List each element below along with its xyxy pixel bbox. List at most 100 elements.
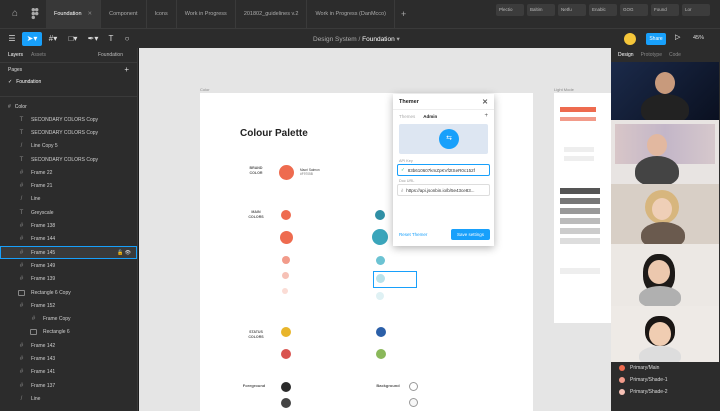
browser-tab[interactable]: GOG [620, 4, 648, 16]
text-tool-icon[interactable]: T [104, 32, 118, 46]
doc-url-field[interactable]: ∂ https://api.jsonbin.io/b/5e43ce83... [397, 184, 490, 196]
video-tile[interactable] [611, 62, 719, 120]
video-tile[interactable] [611, 244, 719, 306]
video-tile[interactable] [611, 120, 719, 184]
layer-row[interactable]: T SECONDARY COLORS Copy [0, 153, 137, 166]
file-tab[interactable]: Icons [147, 0, 177, 28]
save-settings-button[interactable]: Save settings [450, 229, 490, 240]
swatch-salmon[interactable] [281, 210, 291, 220]
tab-themes[interactable]: Themes [399, 114, 415, 119]
layer-row[interactable]: # Frame 143 [0, 352, 137, 365]
file-tab[interactable]: Work in Progress (DanMcco) [307, 0, 395, 28]
frame-label-color[interactable]: Color [200, 87, 210, 92]
file-tab[interactable]: 201802_guidelines v.2 [236, 0, 308, 28]
browser-tab[interactable]: Netfu [558, 4, 586, 16]
layer-row[interactable]: # Frame 22 [0, 166, 137, 179]
swatch-yellow[interactable] [281, 327, 291, 337]
pen-tool-icon[interactable]: ✒▾ [86, 32, 100, 46]
chevron-down-icon[interactable]: ▾ [397, 36, 400, 43]
layer-row[interactable]: T Greyscale [0, 206, 137, 219]
layer-section-color[interactable]: # Color [0, 101, 137, 113]
swatch-red[interactable] [281, 349, 291, 359]
breadcrumb-project[interactable]: Design System [313, 36, 357, 43]
video-tile[interactable] [611, 184, 719, 244]
present-icon[interactable]: ▷ [675, 33, 680, 41]
swatch-dark[interactable] [281, 382, 291, 392]
tab-layers[interactable]: Layers [8, 52, 23, 58]
tab-prototype[interactable]: Prototype [641, 52, 662, 58]
tab-code[interactable]: Code [669, 52, 681, 58]
swatch-white[interactable] [409, 382, 418, 391]
design-canvas[interactable]: Color Light Mode Colour Palette BRAND COL… [139, 48, 611, 411]
palette-title[interactable]: Colour Palette [240, 128, 308, 139]
layer-row[interactable]: / Line Copy 5 [0, 140, 137, 153]
browser-tab[interactable]: Baltim [527, 4, 555, 16]
frame-label-light-mode[interactable]: Light Mode [554, 87, 574, 92]
swatch-salmon-main[interactable] [280, 231, 293, 244]
add-icon[interactable]: + [484, 113, 488, 119]
tab-assets[interactable]: Assets [31, 52, 46, 58]
browser-tab[interactable]: Enablc [589, 4, 617, 16]
layer-row[interactable]: # Frame 149 [0, 259, 137, 272]
layer-row[interactable]: T SECONDARY COLORS Copy [0, 126, 137, 139]
swatch-teal-main[interactable] [372, 229, 388, 245]
layer-row[interactable]: Rectangle 6 [0, 326, 137, 339]
swatch-teal-light[interactable] [376, 256, 385, 265]
swatch-dark-2[interactable] [281, 398, 291, 408]
swatch-green[interactable] [376, 349, 386, 359]
swatch-blue[interactable] [376, 327, 386, 337]
current-page-label[interactable]: Foundation [98, 52, 123, 58]
new-tab-icon[interactable]: + [401, 9, 406, 19]
file-tab[interactable]: Work in Progress [177, 0, 236, 28]
zoom-level[interactable]: 45% [693, 35, 704, 41]
brand-swatch[interactable] [279, 165, 294, 180]
color-style-item[interactable]: Primary/Shade-2 [613, 386, 719, 398]
swatch-white-2[interactable] [409, 398, 418, 407]
api-key-field[interactable]: ✓ 83b610607kmZpKVf2tSeR0c152f [397, 164, 490, 176]
layer-row[interactable]: # Frame 139 [0, 273, 137, 286]
browser-tab[interactable]: Found [651, 4, 679, 16]
lock-visibility-icon[interactable]: 🔓 👁 [117, 250, 131, 256]
color-style-item[interactable]: Primary/Main [613, 362, 719, 374]
add-page-icon[interactable]: + [124, 65, 129, 74]
layer-row[interactable]: / Line [0, 193, 137, 206]
browser-tab[interactable]: Lor [682, 4, 710, 16]
tab-design[interactable]: Design [618, 52, 634, 58]
close-tab-icon[interactable]: ✕ [88, 11, 93, 17]
move-tool-icon[interactable]: ➤▾ [22, 32, 42, 46]
layer-row[interactable]: # Frame 152 [0, 299, 137, 312]
swatch-salmon-lighter[interactable] [282, 272, 289, 279]
color-style-item[interactable]: Primary/Shade-1 [613, 374, 719, 386]
comment-tool-icon[interactable]: ○ [120, 32, 134, 46]
page-item-foundation[interactable]: ✓ Foundation [0, 76, 137, 88]
selection-box[interactable] [373, 271, 417, 288]
file-tab[interactable]: Foundation ✕ [46, 0, 102, 28]
swatch-salmon-lightest[interactable] [282, 288, 288, 294]
file-tab[interactable]: Component [101, 0, 147, 28]
main-menu-icon[interactable]: ☰ [5, 32, 19, 46]
layer-row[interactable]: # Frame 144 [0, 233, 137, 246]
close-icon[interactable]: ✕ [482, 98, 488, 106]
swatch-teal[interactable] [375, 210, 385, 220]
frame-light-mode[interactable] [554, 93, 611, 323]
home-icon[interactable]: ⌂ [12, 8, 24, 20]
layer-row[interactable]: Rectangle 6 Copy [0, 286, 137, 299]
layer-row[interactable]: # Frame 142 [0, 339, 137, 352]
share-button[interactable]: Share [646, 33, 666, 45]
user-avatar[interactable] [624, 33, 636, 45]
frame-tool-icon[interactable]: #▾ [46, 32, 60, 46]
swatch-teal-lightest[interactable] [376, 292, 384, 300]
swatch-salmon-light[interactable] [282, 256, 290, 264]
layer-row[interactable]: # Frame 21 [0, 179, 137, 192]
layer-row[interactable]: T SECONDARY COLORS Copy [0, 113, 137, 126]
video-tile[interactable] [611, 306, 719, 362]
layer-row[interactable]: # Frame Copy [0, 312, 137, 325]
browser-tab[interactable]: Plectio [496, 4, 524, 16]
layer-row[interactable]: # Frame 137 [0, 379, 137, 392]
breadcrumb-page[interactable]: Foundation [362, 36, 395, 43]
layer-row[interactable]: # Frame 141 [0, 366, 137, 379]
layer-row[interactable]: # Frame 138 [0, 219, 137, 232]
shape-tool-icon[interactable]: □▾ [66, 32, 80, 46]
reset-themer-button[interactable]: Reset Themer [399, 232, 427, 237]
layer-row[interactable]: / Line [0, 392, 137, 405]
